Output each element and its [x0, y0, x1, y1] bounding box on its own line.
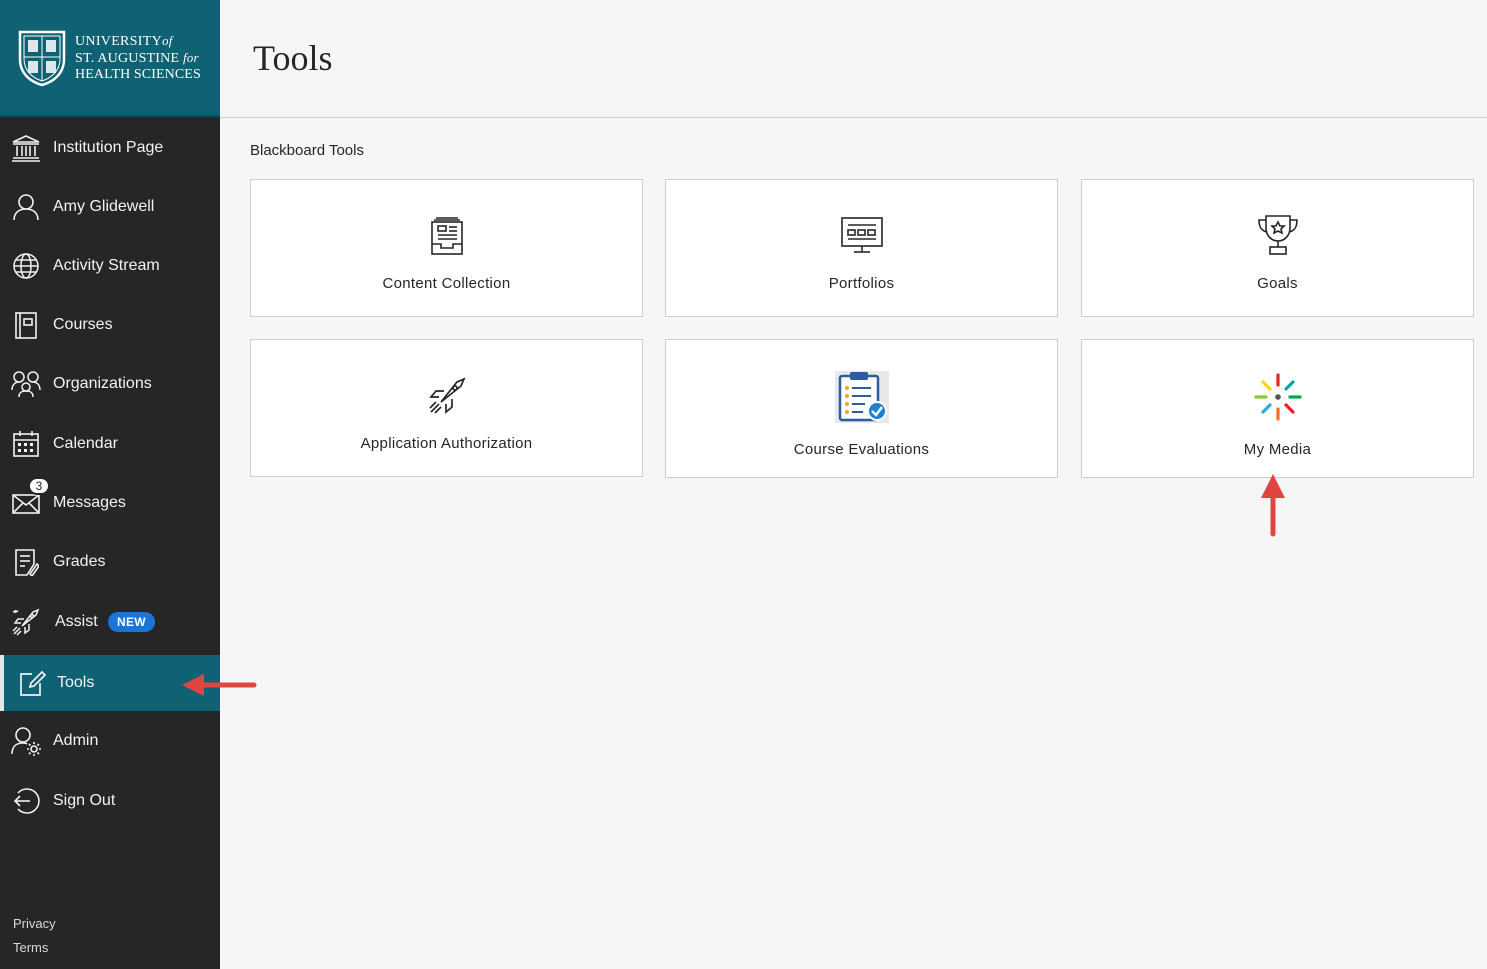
- nav-item-assist[interactable]: Assist NEW: [0, 594, 220, 650]
- nav-item-courses[interactable]: Courses: [0, 297, 220, 353]
- university-logo[interactable]: Universityof St. Augustine for Health Sc…: [0, 0, 220, 117]
- nav-label: Messages: [53, 494, 126, 511]
- nav-item-activity-stream[interactable]: Activity Stream: [0, 238, 220, 294]
- group-icon: [11, 369, 41, 399]
- nav-label: Grades: [53, 553, 106, 570]
- tile-label: Application Authorization: [360, 435, 533, 452]
- tool-tile-course-evaluations[interactable]: Course Evaluations: [665, 339, 1058, 478]
- globe-icon: [11, 251, 41, 281]
- tools-icon: [17, 668, 47, 698]
- nav-item-messages[interactable]: 3 Messages: [0, 475, 220, 531]
- main-content: Tools Blackboard Tools Content Collectio…: [220, 0, 1487, 969]
- brand-line1: University: [75, 33, 162, 49]
- kaltura-media-icon: [1252, 371, 1304, 428]
- tool-tile-application-authorization[interactable]: Application Authorization: [250, 339, 643, 477]
- nav-item-sign-out[interactable]: Sign Out: [0, 773, 220, 829]
- nav-label: Calendar: [53, 435, 118, 452]
- tile-label: Goals: [1257, 275, 1298, 292]
- privacy-link[interactable]: Privacy: [13, 912, 56, 936]
- nav-label: Tools: [57, 674, 95, 691]
- tile-label: Course Evaluations: [793, 441, 930, 458]
- brand-line1-suffix: of: [162, 32, 173, 48]
- tool-tile-content-collection[interactable]: Content Collection: [250, 179, 643, 317]
- unread-count-badge: 3: [28, 477, 50, 495]
- crest-icon: [18, 30, 66, 86]
- tile-label: Content Collection: [382, 275, 511, 292]
- user-icon: [11, 192, 41, 222]
- trophy-icon: [1256, 214, 1300, 261]
- nav-label: Assist: [55, 613, 98, 630]
- tool-tile-goals[interactable]: Goals: [1081, 179, 1474, 317]
- tool-tile-portfolios[interactable]: Portfolios: [665, 179, 1058, 317]
- grades-icon: [11, 547, 41, 577]
- nav-item-calendar[interactable]: Calendar: [0, 416, 220, 472]
- calendar-icon: [11, 429, 41, 459]
- nav-item-organizations[interactable]: Organizations: [0, 356, 220, 412]
- page-header: Tools: [220, 0, 1487, 118]
- nav-label: Organizations: [53, 375, 152, 392]
- admin-icon: [11, 726, 41, 756]
- brand-line2-suffix: for: [182, 49, 199, 65]
- sidebar-footer: Privacy Terms: [13, 912, 56, 960]
- nav-label: Admin: [53, 732, 99, 749]
- annotation-arrow-up-icon: [1261, 474, 1285, 537]
- new-badge: NEW: [108, 612, 155, 632]
- content-collection-icon: [428, 214, 466, 261]
- tile-label: Portfolios: [828, 275, 895, 292]
- book-icon: [11, 310, 41, 340]
- portfolio-icon: [840, 216, 884, 259]
- nav-label: Sign Out: [53, 792, 116, 809]
- nav-label: Activity Stream: [53, 257, 160, 274]
- rocket-icon: [11, 607, 41, 637]
- sign-out-icon: [11, 786, 41, 816]
- clipboard-check-icon: [834, 371, 889, 428]
- tool-tile-my-media[interactable]: My Media: [1081, 339, 1474, 478]
- sidebar: Universityof St. Augustine for Health Sc…: [0, 0, 220, 969]
- brand-line3: Health Sciences: [75, 66, 201, 82]
- section-title: Blackboard Tools: [250, 142, 364, 159]
- page-title: Tools: [253, 38, 333, 78]
- nav-item-grades[interactable]: Grades: [0, 534, 220, 590]
- nav-label: Courses: [53, 316, 113, 333]
- nav-label: Amy Glidewell: [53, 198, 155, 215]
- nav-item-admin[interactable]: Admin: [0, 713, 220, 769]
- rocket-icon: [427, 376, 467, 421]
- terms-link[interactable]: Terms: [13, 936, 56, 960]
- nav-label: Institution Page: [53, 139, 164, 156]
- nav-item-profile[interactable]: Amy Glidewell: [0, 179, 220, 235]
- nav-item-institution-page[interactable]: Institution Page: [0, 120, 220, 176]
- institution-icon: [11, 133, 41, 163]
- brand-line2: St. Augustine: [75, 50, 180, 66]
- university-name: Universityof St. Augustine for Health Sc…: [75, 33, 201, 83]
- tile-label: My Media: [1243, 441, 1312, 458]
